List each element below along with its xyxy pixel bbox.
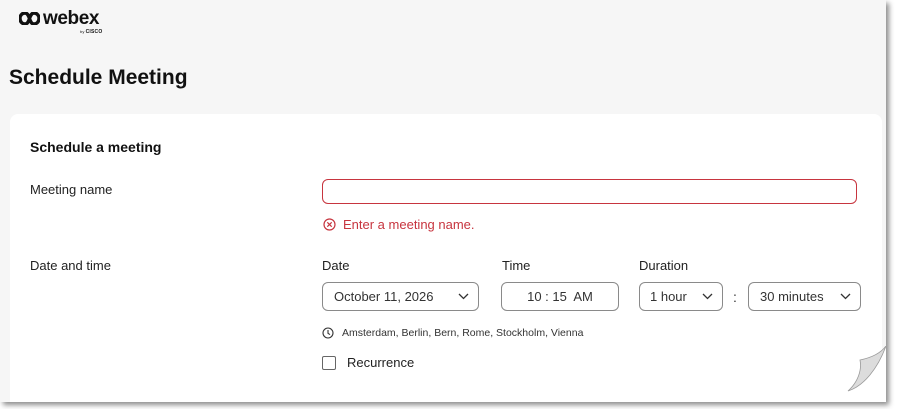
duration-separator: : <box>733 289 737 305</box>
meeting-name-label: Meeting name <box>30 182 113 197</box>
date-dropdown[interactable]: October 11, 2026 <box>322 282 479 311</box>
clock-icon <box>322 327 334 339</box>
page-curl <box>838 346 886 402</box>
time-input[interactable]: 10 : 15 AM <box>501 282 619 311</box>
time-value: 10 : 15 AM <box>527 289 593 304</box>
app-window: webex byCISCO Schedule Meeting Schedule … <box>0 0 886 402</box>
recurrence-checkbox[interactable] <box>322 355 336 370</box>
chevron-down-icon <box>702 293 713 300</box>
brand-cisco: byCISCO <box>80 29 103 35</box>
date-time-label: Date and time <box>30 258 111 273</box>
section-title: Schedule a meeting <box>30 139 162 155</box>
timezone-info: Amsterdam, Berlin, Bern, Rome, Stockholm… <box>322 327 583 339</box>
chevron-down-icon <box>840 293 851 300</box>
timezone-text: Amsterdam, Berlin, Bern, Rome, Stockholm… <box>342 327 584 339</box>
page-title: Schedule Meeting <box>9 66 188 89</box>
recurrence-option[interactable]: Recurrence <box>322 355 414 370</box>
webex-logo: webex byCISCO <box>19 8 129 36</box>
chevron-down-icon <box>458 293 469 300</box>
duration-minutes-value: 30 minutes <box>760 289 824 304</box>
duration-minutes-dropdown[interactable]: 30 minutes <box>748 282 861 311</box>
date-label: Date <box>322 258 350 273</box>
error-circle-icon <box>323 218 336 231</box>
schedule-card: Schedule a meeting Meeting name Enter a … <box>10 114 882 402</box>
webex-logo-icon <box>19 12 40 25</box>
meeting-name-input[interactable] <box>322 179 857 204</box>
duration-hours-dropdown[interactable]: 1 hour <box>639 282 723 311</box>
error-text: Enter a meeting name. <box>343 217 475 232</box>
duration-hours-value: 1 hour <box>650 289 687 304</box>
duration-label: Duration <box>639 258 689 273</box>
meeting-name-error: Enter a meeting name. <box>323 217 475 232</box>
time-label: Time <box>502 258 531 273</box>
brand-name: webex <box>43 8 100 29</box>
recurrence-label: Recurrence <box>347 355 415 370</box>
date-value: October 11, 2026 <box>334 289 434 304</box>
